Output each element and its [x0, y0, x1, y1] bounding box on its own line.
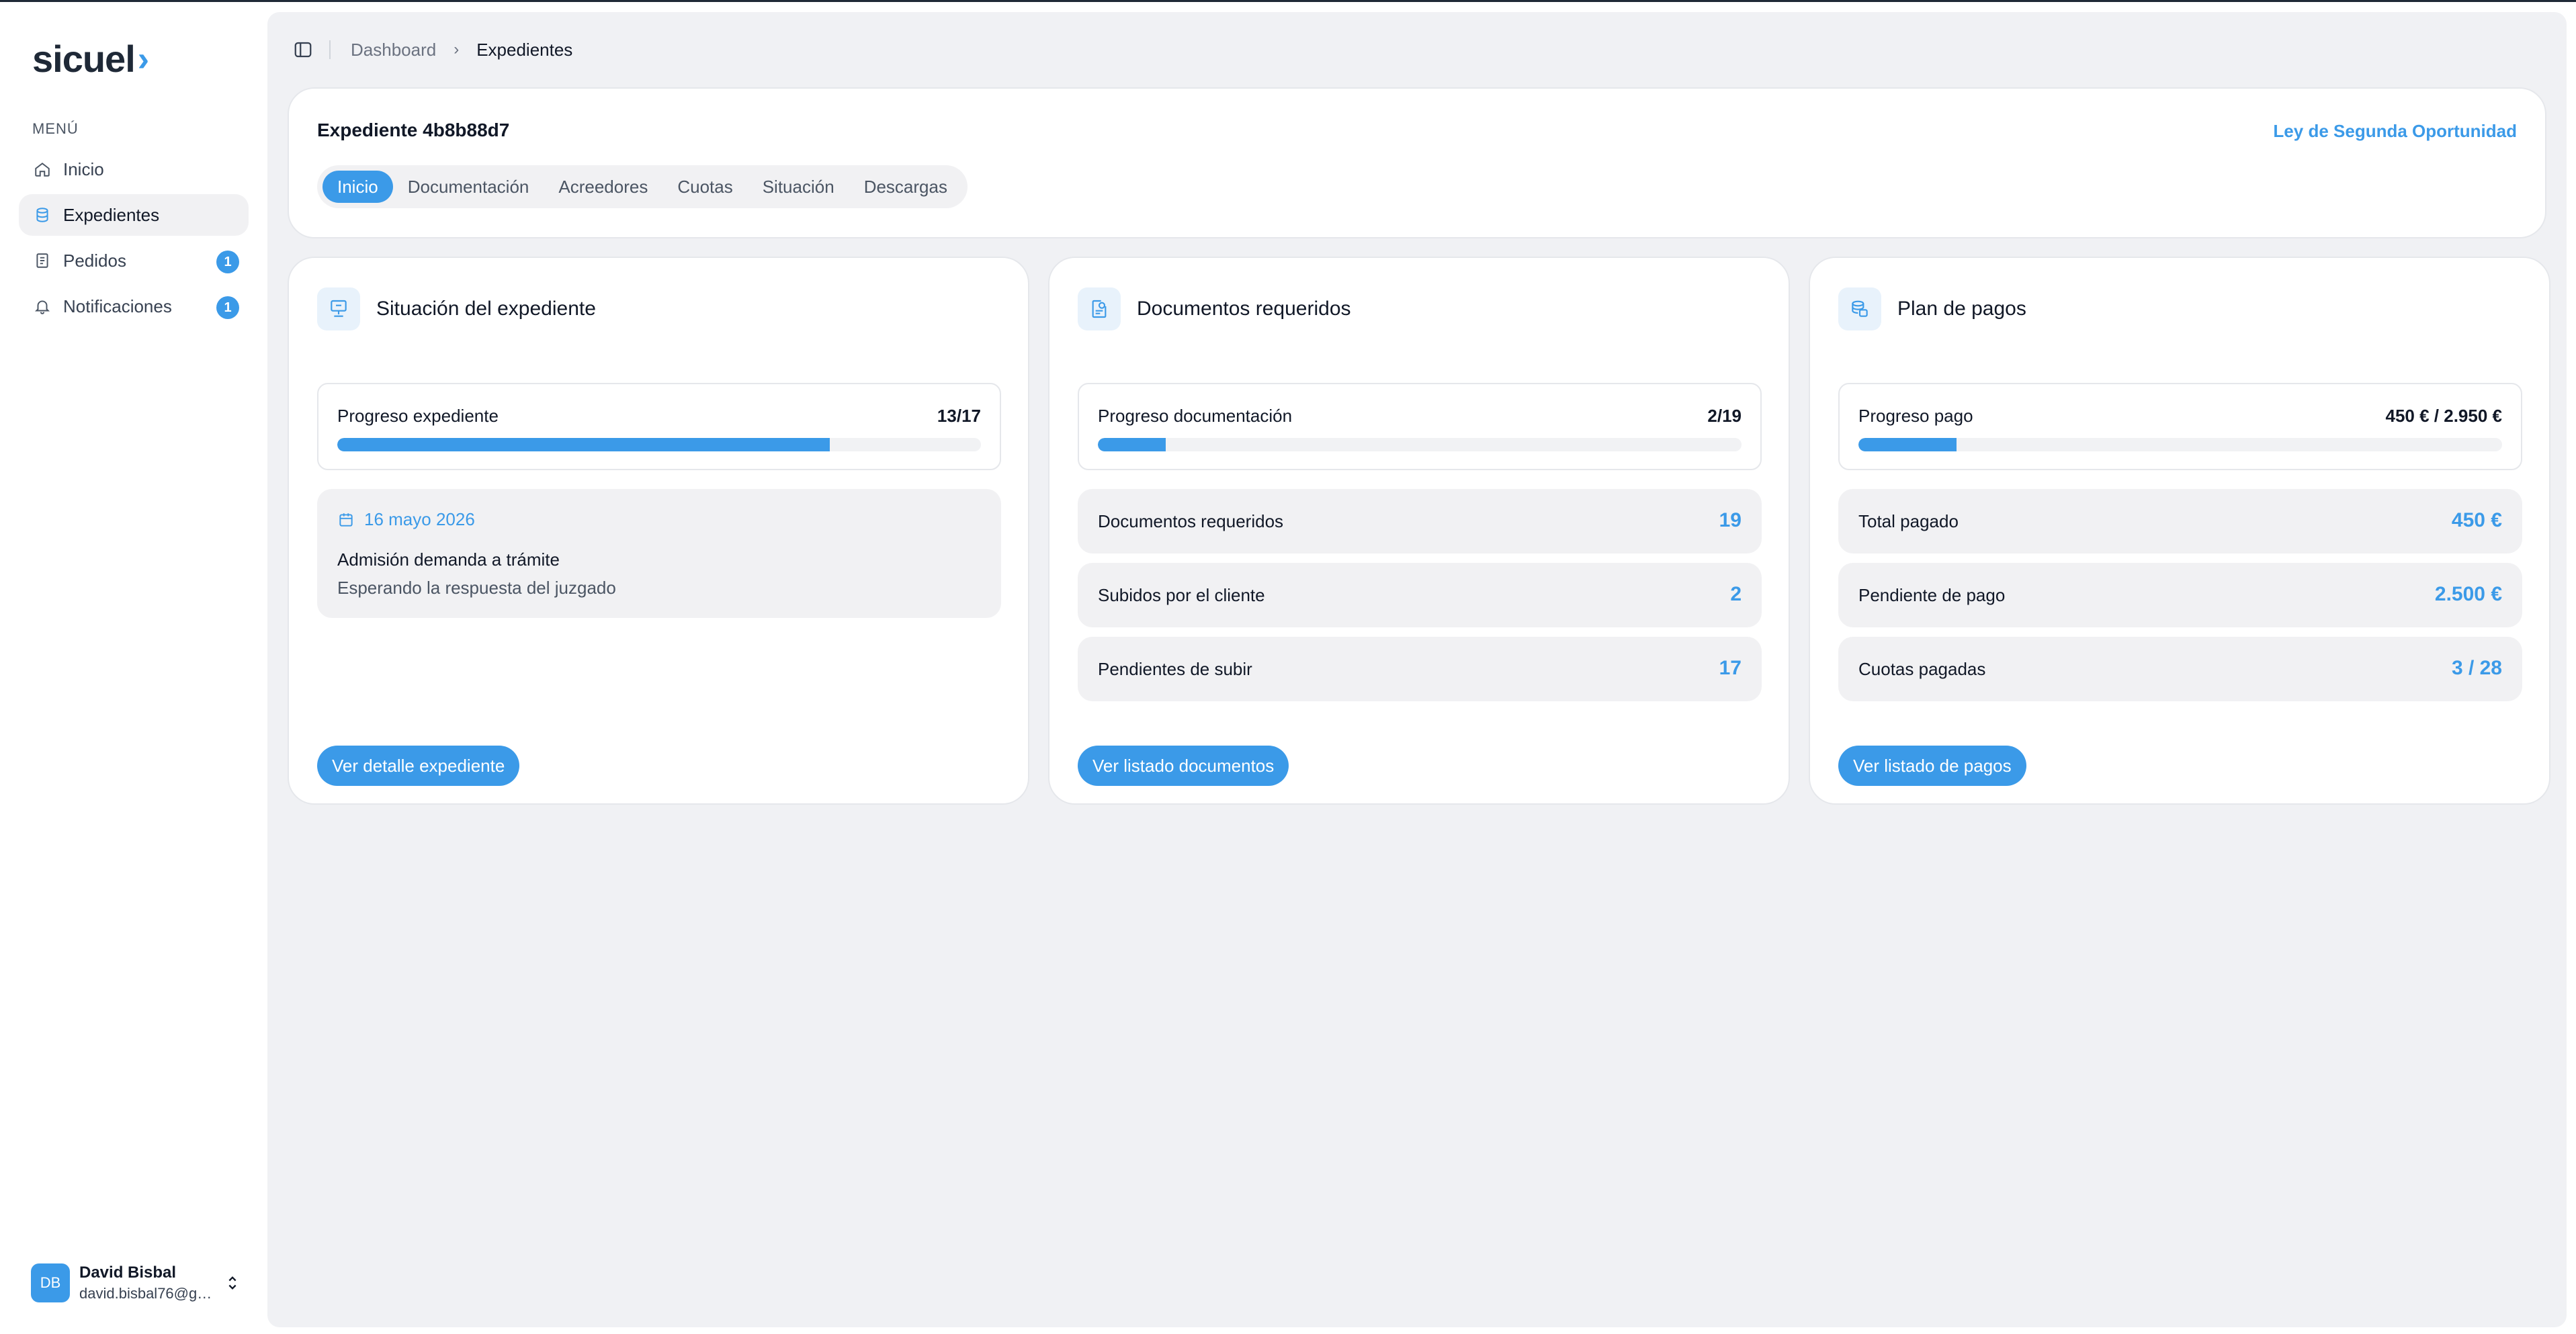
chevron-up-down-icon[interactable] [223, 1274, 242, 1292]
panel-header: Situación del expediente [317, 287, 596, 330]
sidebar: sicuel › MENÚ Inicio Expedientes Pedidos… [0, 2, 267, 1334]
situacion-panel: Situación del expediente Progreso expedi… [288, 257, 1029, 805]
documentos-panel: Documentos requeridos Progreso documenta… [1048, 257, 1790, 805]
tab-acreedores[interactable]: Acreedores [544, 171, 662, 203]
receipt-icon [34, 252, 51, 269]
page-title: Expediente 4b8b88d7 [317, 120, 510, 140]
progress-value: 2/19 [1707, 406, 1742, 426]
pedidos-badge: 1 [216, 251, 239, 273]
logo-text: sicuel [32, 38, 136, 80]
progress-bar [1858, 438, 2502, 451]
progress-bar-fill [1098, 438, 1166, 451]
stat-row-cuotas-pagadas: Cuotas pagadas 3 / 28 [1838, 637, 2522, 701]
bell-icon [34, 298, 51, 315]
tab-descargas[interactable]: Descargas [849, 171, 962, 203]
stat-value: 450 € [2451, 509, 2502, 531]
stat-label: Total pagado [1858, 511, 1959, 531]
stat-row-total-pagado: Total pagado 450 € [1838, 489, 2522, 553]
stat-label: Pendientes de subir [1098, 659, 1252, 679]
progress-bar-fill [1858, 438, 1957, 451]
database-icon [34, 206, 51, 224]
sidebar-item-expedientes[interactable]: Expedientes [19, 194, 249, 236]
document-check-icon [1078, 287, 1121, 330]
event-date: 16 mayo 2026 [337, 509, 475, 530]
tab-documentacion[interactable]: Documentación [393, 171, 544, 203]
tab-situacion[interactable]: Situación [748, 171, 849, 203]
sidebar-item-label: Expedientes [63, 204, 160, 225]
user-email: david.bisbal76@gmail.com [79, 1285, 214, 1302]
menu-section-label: MENÚ [32, 120, 79, 137]
user-info: David Bisbal david.bisbal76@gmail.com [79, 1263, 214, 1302]
stat-value: 2.500 € [2434, 583, 2502, 605]
calendar-icon [339, 513, 353, 527]
progress-label: Progreso expediente [337, 406, 499, 426]
user-name: David Bisbal [79, 1263, 177, 1282]
progress-card: Progreso documentación 2/19 [1078, 383, 1762, 470]
tab-cuotas[interactable]: Cuotas [662, 171, 747, 203]
law-type-link[interactable]: Ley de Segunda Oportunidad [2273, 121, 2517, 142]
stat-value: 17 [1719, 657, 1742, 679]
sidebar-item-inicio[interactable]: Inicio [19, 148, 249, 190]
avatar: DB [31, 1263, 70, 1302]
user-menu[interactable]: DB David Bisbal david.bisbal76@gmail.com [31, 1259, 246, 1306]
ver-detalle-expediente-button[interactable]: Ver detalle expediente [317, 746, 520, 786]
breadcrumb-dashboard[interactable]: Dashboard [351, 40, 436, 60]
main-content: Dashboard › Expedientes Expediente 4b8b8… [267, 12, 2567, 1327]
stat-label: Documentos requeridos [1098, 511, 1284, 531]
sidebar-item-label: Pedidos [63, 250, 126, 271]
panel-header: Plan de pagos [1838, 287, 2026, 330]
logo-chevron-icon: › [137, 39, 149, 79]
panel-title: Situación del expediente [376, 298, 596, 320]
event-title: Admisión demanda a trámite [337, 549, 560, 570]
ver-listado-documentos-button[interactable]: Ver listado documentos [1078, 746, 1289, 786]
breadcrumb-expedientes: Expedientes [476, 39, 573, 60]
sidebar-item-label: Notificaciones [63, 296, 172, 316]
tab-inicio[interactable]: Inicio [323, 171, 393, 203]
stat-label: Pendiente de pago [1858, 585, 2006, 605]
chevron-right-icon: › [454, 40, 460, 58]
home-icon [34, 161, 51, 178]
breadcrumb-divider [329, 40, 331, 59]
progress-card: Progreso expediente 13/17 [317, 383, 1001, 470]
panel-title: Documentos requeridos [1137, 298, 1351, 320]
stat-row-subidos: Subidos por el cliente 2 [1078, 563, 1762, 627]
stat-value: 19 [1719, 509, 1742, 531]
stat-row-documentos-requeridos: Documentos requeridos 19 [1078, 489, 1762, 553]
coins-icon [1838, 287, 1881, 330]
event-subtitle: Esperando la respuesta del juzgado [337, 578, 616, 598]
stat-row-pendientes: Pendientes de subir 17 [1078, 637, 1762, 701]
monitor-icon [317, 287, 360, 330]
progress-bar [337, 438, 981, 451]
stat-row-pendiente-pago: Pendiente de pago 2.500 € [1838, 563, 2522, 627]
sidebar-item-notificaciones[interactable]: Notificaciones 1 [19, 285, 249, 327]
expediente-header-card: Expediente 4b8b88d7 Ley de Segunda Oport… [288, 87, 2546, 238]
sidebar-item-label: Inicio [63, 159, 104, 179]
sidebar-toggle-icon[interactable] [293, 40, 313, 60]
stat-value: 2 [1730, 583, 1742, 605]
panel-header: Documentos requeridos [1078, 287, 1351, 330]
panel-title: Plan de pagos [1897, 298, 2026, 320]
pagos-panel: Plan de pagos Progreso pago 450 € / 2.95… [1809, 257, 2550, 805]
app-logo[interactable]: sicuel › [32, 37, 149, 81]
event-date-text: 16 mayo 2026 [364, 509, 475, 529]
breadcrumb: Dashboard › Expedientes [293, 36, 572, 63]
progress-value: 450 € / 2.950 € [2385, 406, 2502, 426]
ver-listado-pagos-button[interactable]: Ver listado de pagos [1838, 746, 2026, 786]
progress-card: Progreso pago 450 € / 2.950 € [1838, 383, 2522, 470]
status-event-card: 16 mayo 2026 Admisión demanda a trámite … [317, 489, 1001, 618]
stat-label: Subidos por el cliente [1098, 585, 1265, 605]
sidebar-item-pedidos[interactable]: Pedidos 1 [19, 240, 249, 281]
progress-label: Progreso pago [1858, 406, 1973, 426]
window-top-border [0, 0, 2576, 2]
notificaciones-badge: 1 [216, 296, 239, 319]
stat-label: Cuotas pagadas [1858, 659, 1986, 679]
progress-bar [1098, 438, 1742, 451]
progress-value: 13/17 [937, 406, 981, 426]
progress-label: Progreso documentación [1098, 406, 1293, 426]
stat-value: 3 / 28 [2451, 657, 2502, 679]
progress-bar-fill [337, 438, 830, 451]
tab-bar: Inicio Documentación Acreedores Cuotas S… [317, 165, 968, 208]
